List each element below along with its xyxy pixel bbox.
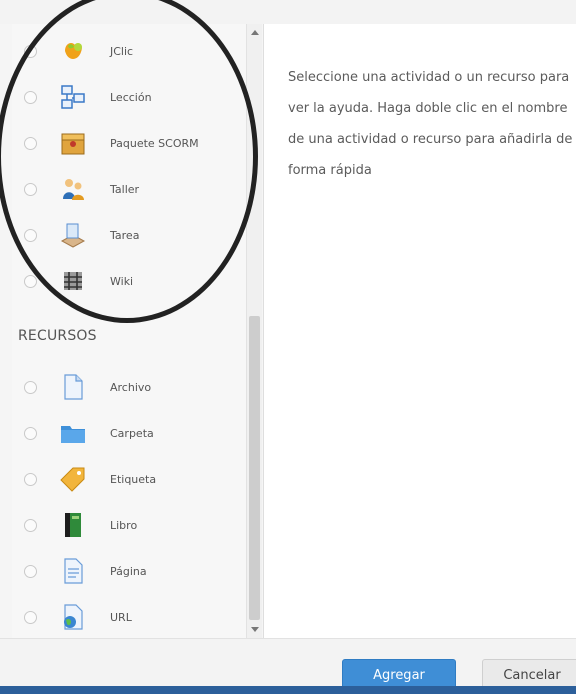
option-libro[interactable]: Libro (12, 502, 244, 548)
option-label: Página (110, 564, 147, 578)
book-icon (59, 511, 87, 539)
option-label: URL (110, 610, 132, 624)
option-pagina[interactable]: Página (12, 548, 244, 594)
url-icon (59, 603, 87, 631)
help-text: Seleccione una actividad o un recurso pa… (288, 70, 573, 178)
option-label: Lección (110, 90, 152, 104)
label-tag-icon (59, 465, 87, 493)
scorm-package-icon (59, 129, 87, 157)
lesson-icon (59, 83, 87, 111)
scroll-up-arrow-icon[interactable] (251, 30, 259, 35)
radio-button[interactable] (24, 426, 37, 440)
wiki-icon (59, 267, 87, 295)
option-paquete-scorm[interactable]: Paquete SCORM (12, 120, 244, 166)
resources-section-title: RECURSOS (18, 328, 97, 344)
option-tarea[interactable]: Tarea (12, 212, 244, 258)
option-label: Archivo (110, 380, 152, 394)
page-icon (59, 557, 87, 585)
option-label: Libro (110, 518, 138, 532)
option-label: JClic (110, 44, 134, 58)
radio-button[interactable] (24, 472, 37, 486)
radio-button[interactable] (24, 182, 37, 196)
radio-button[interactable] (24, 274, 37, 288)
option-wiki[interactable]: Wiki (12, 258, 244, 304)
file-icon (59, 373, 87, 401)
radio-button[interactable] (24, 44, 37, 58)
folder-icon (59, 419, 87, 447)
option-carpeta[interactable]: Carpeta (12, 410, 244, 456)
workshop-icon (59, 175, 87, 203)
radio-button[interactable] (24, 518, 37, 532)
option-etiqueta[interactable]: Etiqueta (12, 456, 244, 502)
radio-button[interactable] (24, 610, 37, 624)
radio-button[interactable] (24, 136, 37, 150)
radio-button[interactable] (24, 228, 37, 242)
jclic-icon (59, 37, 87, 65)
option-label: Carpeta (110, 426, 154, 440)
taskbar-strip (0, 686, 576, 694)
option-label: Etiqueta (110, 472, 157, 486)
option-label: Taller (110, 182, 140, 196)
list-scrollbar[interactable] (246, 24, 262, 638)
option-url[interactable]: URL (12, 594, 244, 638)
help-panel: Seleccione una actividad o un recurso pa… (264, 24, 576, 638)
activity-resource-list: JClic Lección Paquete SCORM Taller Tarea… (12, 24, 262, 638)
scroll-down-arrow-icon[interactable] (251, 627, 259, 632)
scrollbar-thumb[interactable] (249, 316, 260, 620)
option-leccion[interactable]: Lección (12, 74, 244, 120)
radio-button[interactable] (24, 90, 37, 104)
option-taller[interactable]: Taller (12, 166, 244, 212)
option-label: Tarea (110, 228, 140, 242)
dialog-header-strip (0, 0, 576, 24)
option-archivo[interactable]: Archivo (12, 364, 244, 410)
option-label: Wiki (110, 274, 134, 288)
radio-button[interactable] (24, 380, 37, 394)
option-jclic[interactable]: JClic (12, 28, 244, 74)
activity-chooser-dialog: JClic Lección Paquete SCORM Taller Tarea… (0, 0, 576, 694)
assignment-icon (59, 221, 87, 249)
radio-button[interactable] (24, 564, 37, 578)
option-label: Paquete SCORM (110, 136, 199, 150)
